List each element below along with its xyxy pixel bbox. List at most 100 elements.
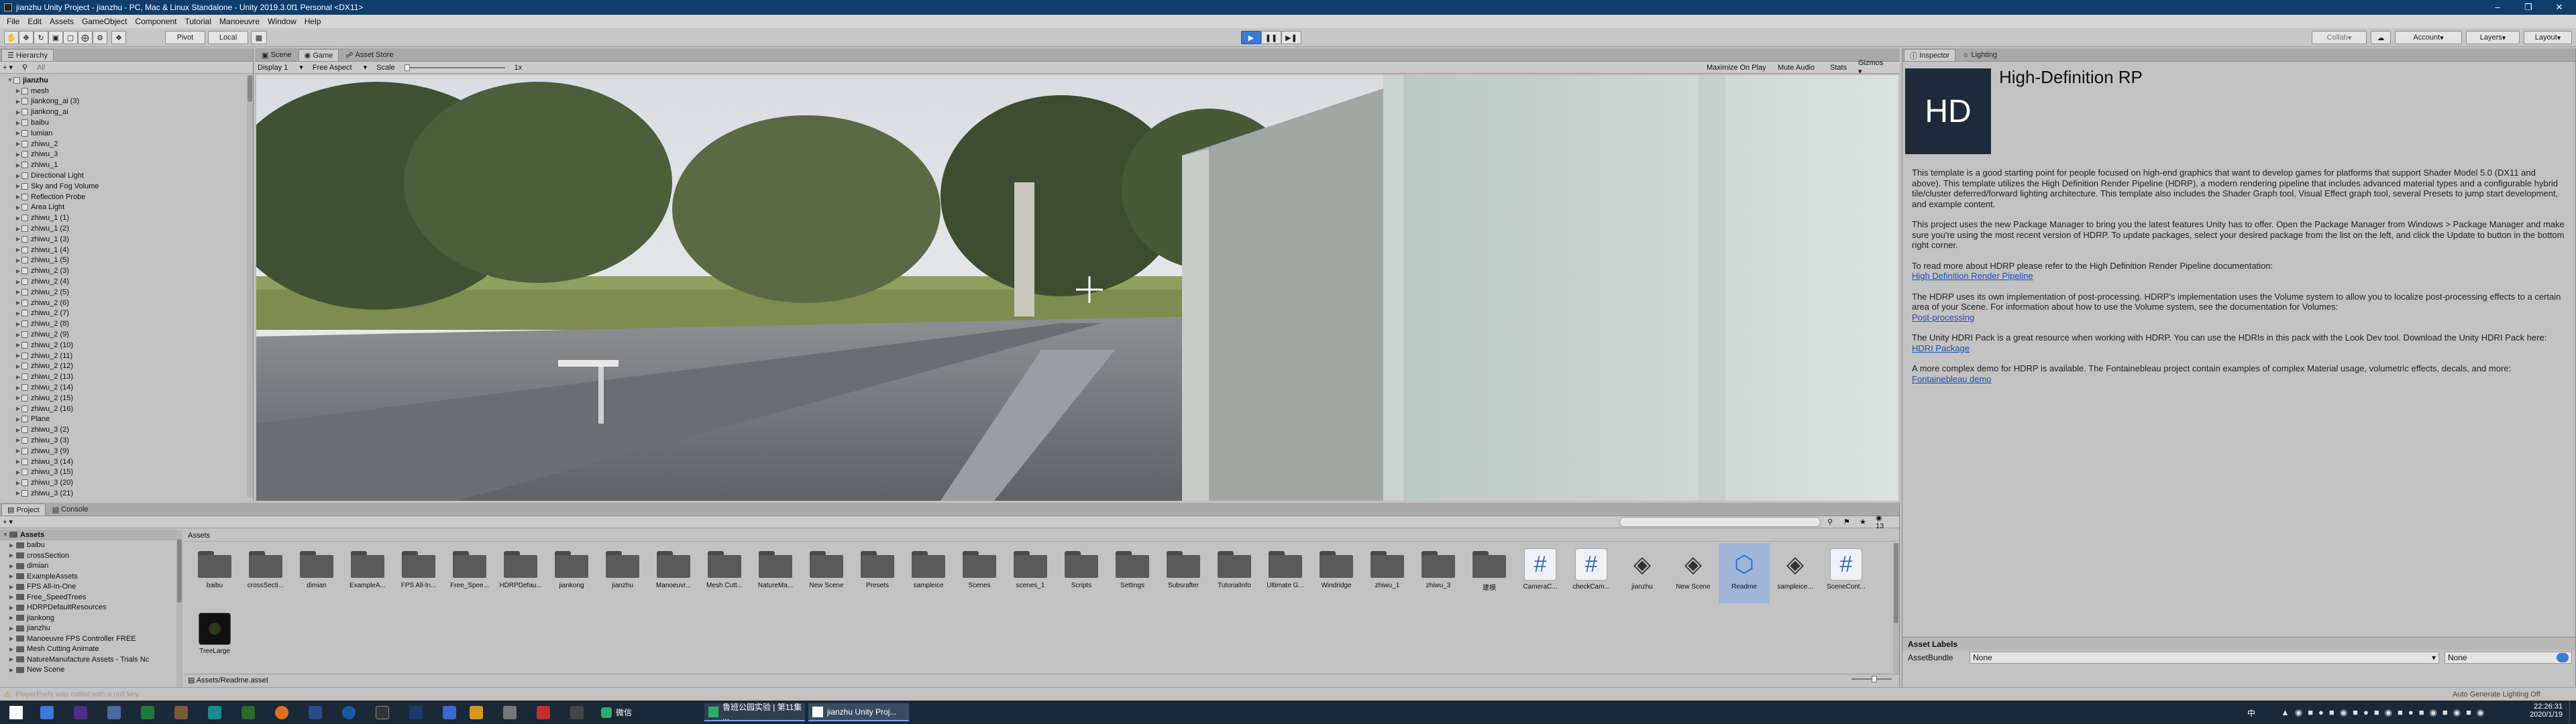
taskbar-app-icon[interactable] bbox=[376, 706, 389, 719]
asset-folder[interactable]: 建模 bbox=[1464, 543, 1515, 603]
hierarchy-item[interactable]: ▶ zhiwu_3 (15) bbox=[7, 467, 253, 477]
tree-scroll-thumb[interactable] bbox=[177, 539, 182, 603]
hand-tool-icon[interactable]: ✋ bbox=[4, 31, 19, 44]
taskbar-app-icon[interactable] bbox=[570, 706, 584, 719]
hierarchy-item[interactable]: ▶ zhiwu_2 (14) bbox=[7, 382, 253, 393]
hierarchy-item[interactable]: ▶ zhiwu_2 (10) bbox=[7, 340, 253, 351]
expand-arrow-icon[interactable]: ▶ bbox=[15, 194, 21, 200]
tree-item[interactable]: ▶ New Scene bbox=[0, 665, 182, 676]
rect-tool-icon[interactable]: ▢ bbox=[63, 31, 78, 44]
collab-button[interactable]: Collab ▾ bbox=[2312, 31, 2367, 44]
asset-folder[interactable]: dimian bbox=[291, 543, 342, 603]
step-button[interactable]: ▶❚ bbox=[1281, 31, 1301, 44]
asset-folder[interactable]: New Scene bbox=[801, 543, 852, 603]
expand-arrow-icon[interactable]: ▶ bbox=[15, 204, 21, 210]
menu-edit[interactable]: Edit bbox=[23, 17, 46, 26]
pivot-toggle[interactable]: Pivot bbox=[165, 31, 205, 44]
expand-arrow-icon[interactable]: ▶ bbox=[15, 363, 21, 369]
menu-window[interactable]: Window bbox=[264, 17, 301, 26]
asset-folder[interactable]: FPS All-In... bbox=[393, 543, 444, 603]
menu-gameobject[interactable]: GameObject bbox=[78, 17, 131, 26]
favorite-icon[interactable]: ★ bbox=[1860, 518, 1866, 526]
hierarchy-item[interactable]: ▶ zhiwu_3 (2) bbox=[7, 424, 253, 435]
rotate-tool-icon[interactable]: ↻ bbox=[34, 31, 48, 44]
scale-tool-icon[interactable]: ▣ bbox=[48, 31, 63, 44]
expand-arrow-icon[interactable]: ▶ bbox=[15, 173, 21, 179]
taskbar-app-icon[interactable] bbox=[537, 706, 550, 719]
hierarchy-item[interactable]: ▶ Directional Light bbox=[7, 170, 253, 181]
expand-arrow-icon[interactable]: ▶ bbox=[15, 321, 21, 327]
taskbar-app-icon[interactable] bbox=[208, 706, 221, 719]
variant-dropdown[interactable]: None▾ bbox=[2445, 652, 2572, 664]
close-button[interactable]: ✕ bbox=[2544, 0, 2575, 15]
expand-arrow-icon[interactable]: ▶ bbox=[9, 625, 16, 631]
expand-arrow-icon[interactable]: ▶ bbox=[15, 395, 21, 401]
tab-console[interactable]: ▤ Console bbox=[47, 503, 94, 516]
asset-file[interactable]: ⬡ Readme bbox=[1719, 543, 1770, 603]
show-desktop-button[interactable] bbox=[2569, 701, 2576, 724]
expand-arrow-icon[interactable]: ▶ bbox=[9, 646, 16, 652]
tree-item[interactable]: ▶ jiankong bbox=[0, 613, 182, 623]
expand-arrow-icon[interactable]: ▶ bbox=[15, 279, 21, 285]
tree-item[interactable]: ▶ crossSection bbox=[0, 550, 182, 561]
hierarchy-item[interactable]: ▶ zhiwu_2 (16) bbox=[7, 404, 253, 414]
expand-arrow-icon[interactable]: ▶ bbox=[15, 437, 21, 443]
expand-arrow-icon[interactable]: ▶ bbox=[9, 573, 16, 579]
expand-arrow-icon[interactable]: ▶ bbox=[15, 332, 21, 338]
play-button[interactable]: ▶ bbox=[1241, 31, 1261, 44]
expand-arrow-icon[interactable]: ▶ bbox=[9, 615, 16, 621]
expand-arrow-icon[interactable]: ▶ bbox=[15, 416, 21, 422]
minimize-button[interactable]: – bbox=[2482, 0, 2513, 15]
asset-folder[interactable]: HDRPDefau... bbox=[495, 543, 546, 603]
taskbar-app-icon[interactable] bbox=[503, 706, 517, 719]
taskbar-app-icon[interactable] bbox=[40, 706, 54, 719]
hierarchy-item[interactable]: ▶ zhiwu_2 (11) bbox=[7, 351, 253, 361]
taskbar-app-unity[interactable]: jianzhu Unity Proj... bbox=[808, 703, 909, 721]
tree-item[interactable]: ▶ Manoeuvre FPS Controller FREE bbox=[0, 634, 182, 644]
expand-arrow-icon[interactable]: ▶ bbox=[15, 120, 21, 126]
hierarchy-item[interactable]: ▶ zhiwu_3 (21) bbox=[7, 488, 253, 499]
expand-arrow-icon[interactable]: ▶ bbox=[15, 374, 21, 380]
tab-hierarchy[interactable]: ☰ Hierarchy bbox=[1, 49, 54, 61]
display-dropdown[interactable]: Display 1 ▾ bbox=[258, 63, 303, 72]
hierarchy-item[interactable]: ▶ zhiwu_2 (13) bbox=[7, 371, 253, 382]
preview-icon[interactable] bbox=[2557, 653, 2569, 662]
taskbar-app-icon[interactable] bbox=[174, 706, 188, 719]
local-toggle[interactable]: Local bbox=[208, 31, 248, 44]
expand-arrow-icon[interactable]: ▶ bbox=[15, 448, 21, 454]
asset-file[interactable]: ◈ New Scene bbox=[1668, 543, 1719, 603]
asset-treelarge[interactable]: TreeLarge bbox=[189, 607, 240, 668]
hierarchy-search-input[interactable]: All bbox=[37, 64, 45, 72]
asset-folder[interactable]: sampleice bbox=[903, 543, 954, 603]
expand-arrow-icon[interactable]: ▶ bbox=[15, 226, 21, 232]
tree-item[interactable]: ▶ ExampleAssets bbox=[0, 571, 182, 582]
asset-folder[interactable]: Settings bbox=[1107, 543, 1158, 603]
menu-manoeuvre[interactable]: Manoeuvre bbox=[215, 17, 264, 26]
taskbar-app-icon[interactable] bbox=[470, 706, 483, 719]
asset-folder[interactable]: Windridge bbox=[1311, 543, 1362, 603]
asset-folder[interactable]: crossSecti... bbox=[240, 543, 291, 603]
hdri-package-link[interactable]: HDRI Package bbox=[1912, 343, 1970, 353]
hierarchy-item[interactable]: ▶ zhiwu_2 (8) bbox=[7, 318, 253, 329]
taskbar-app-icon[interactable] bbox=[107, 706, 121, 719]
asset-file[interactable]: # CameraC... bbox=[1515, 543, 1566, 603]
hierarchy-item[interactable]: ▶ mesh bbox=[7, 86, 253, 97]
ime-indicator[interactable]: 中 bbox=[2247, 707, 2255, 719]
project-create-dropdown[interactable]: + ▾ bbox=[3, 518, 13, 526]
expand-arrow-icon[interactable]: ▶ bbox=[15, 353, 21, 359]
expand-arrow-icon[interactable]: ▶ bbox=[15, 268, 21, 274]
hierarchy-scroll-thumb[interactable] bbox=[248, 75, 252, 102]
expand-arrow-icon[interactable]: ▶ bbox=[15, 385, 21, 391]
hierarchy-item[interactable]: ▶ lumian bbox=[7, 128, 253, 139]
taskbar-app-icon[interactable] bbox=[74, 706, 87, 719]
menu-component[interactable]: Component bbox=[131, 17, 180, 26]
asset-folder[interactable]: Scenes bbox=[954, 543, 1005, 603]
custom-tool-icon[interactable]: ⚙ bbox=[93, 31, 107, 44]
asset-file[interactable]: # checkCam... bbox=[1566, 543, 1617, 603]
expand-arrow-icon[interactable]: ▶ bbox=[15, 109, 21, 115]
filter-type-icon[interactable]: ⚲ bbox=[1827, 518, 1833, 526]
filter-label-icon[interactable]: ⚑ bbox=[1843, 518, 1850, 526]
expand-arrow-icon[interactable]: ▶ bbox=[15, 247, 21, 253]
expand-arrow-icon[interactable]: ▶ bbox=[15, 427, 21, 433]
hierarchy-item[interactable]: ▶ jiankong_ai (3) bbox=[7, 97, 253, 107]
